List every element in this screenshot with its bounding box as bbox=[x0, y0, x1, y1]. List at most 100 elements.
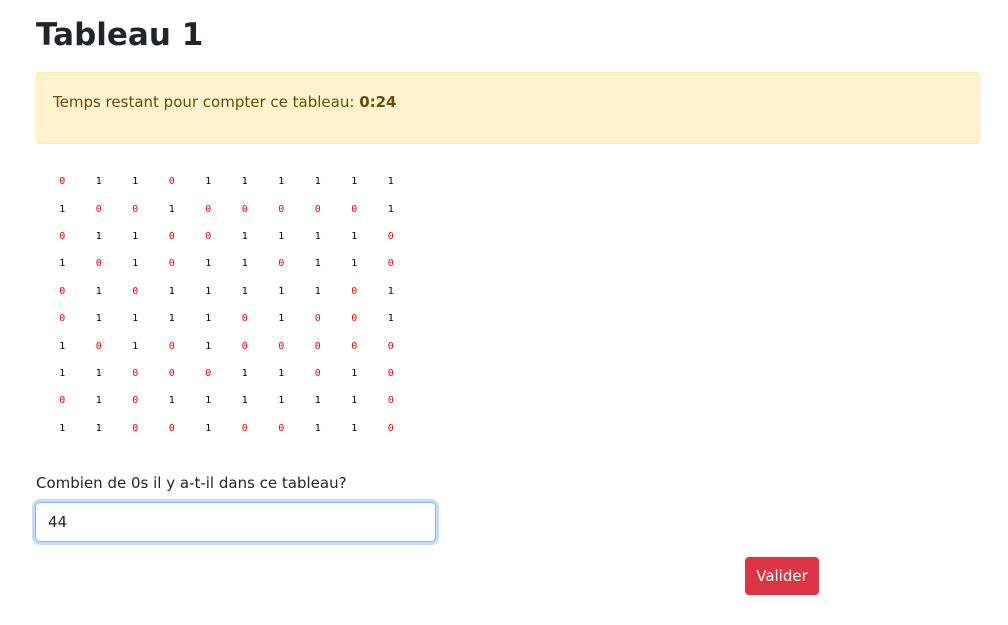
table-cell: 0 bbox=[59, 313, 66, 325]
table-cell: 0 bbox=[168, 422, 175, 434]
table-cell: 0 bbox=[168, 230, 175, 242]
table-cell: 0 bbox=[387, 367, 394, 379]
table-row: 1 0 1 0 1 1 0 1 1 0 bbox=[44, 250, 409, 277]
table-cell: 1 bbox=[351, 258, 358, 270]
table-row: 1 0 1 0 1 0 0 0 0 0 bbox=[44, 332, 409, 359]
page-title: Tableau 1 bbox=[36, 17, 204, 53]
timer-value: 0:24 bbox=[359, 93, 397, 111]
table-cell: 0 bbox=[205, 230, 212, 242]
table-cell: 0 bbox=[132, 422, 139, 434]
table-row: 1 1 0 0 1 0 0 1 1 0 bbox=[44, 415, 409, 442]
table-cell: 1 bbox=[95, 313, 102, 325]
table-cell: 1 bbox=[241, 258, 248, 270]
binary-table: 0110111111100100000101100111101010110110… bbox=[44, 168, 409, 442]
table-cell: 0 bbox=[351, 285, 358, 297]
table-cell: 0 bbox=[132, 285, 139, 297]
table-cell: 0 bbox=[168, 367, 175, 379]
table-cell: 1 bbox=[205, 285, 212, 297]
table-row: 0 1 0 1 1 1 1 1 1 0 bbox=[44, 387, 409, 414]
table-cell: 1 bbox=[351, 395, 358, 407]
table-cell: 0 bbox=[387, 230, 394, 242]
table-cell: 1 bbox=[205, 422, 212, 434]
table-cell: 1 bbox=[95, 176, 102, 188]
table-row: 0 1 0 1 1 1 1 1 0 1 bbox=[44, 278, 409, 305]
table-cell: 0 bbox=[132, 367, 139, 379]
table-cell: 1 bbox=[314, 395, 321, 407]
table-cell: 1 bbox=[168, 313, 175, 325]
table-cell: 1 bbox=[205, 176, 212, 188]
table-cell: 1 bbox=[59, 340, 66, 352]
table-cell: 0 bbox=[205, 367, 212, 379]
timer-label: Temps restant pour compter ce tableau: bbox=[53, 93, 355, 111]
table-cell: 1 bbox=[205, 340, 212, 352]
table-cell: 1 bbox=[59, 367, 66, 379]
table-cell: 0 bbox=[278, 258, 285, 270]
table-cell: 1 bbox=[205, 395, 212, 407]
table-cell: 0 bbox=[351, 340, 358, 352]
table-cell: 1 bbox=[241, 176, 248, 188]
table-cell: 1 bbox=[241, 285, 248, 297]
table-cell: 0 bbox=[168, 340, 175, 352]
table-cell: 0 bbox=[314, 313, 321, 325]
table-cell: 0 bbox=[314, 203, 321, 215]
table-cell: 0 bbox=[168, 258, 175, 270]
table-cell: 1 bbox=[59, 203, 66, 215]
table-cell: 1 bbox=[351, 230, 358, 242]
table-cell: 0 bbox=[314, 367, 321, 379]
table-cell: 1 bbox=[59, 258, 66, 270]
table-cell: 1 bbox=[132, 258, 139, 270]
table-row: 0 1 1 0 1 1 1 1 1 1 bbox=[44, 168, 409, 195]
timer-alert: Temps restant pour compter ce tableau: 0… bbox=[36, 72, 980, 144]
table-cell: 1 bbox=[241, 230, 248, 242]
table-cell: 1 bbox=[351, 367, 358, 379]
table-cell: 0 bbox=[278, 422, 285, 434]
table-row: 1 0 0 1 0 0 0 0 0 1 bbox=[44, 195, 409, 222]
table-cell: 1 bbox=[168, 395, 175, 407]
table-cell: 0 bbox=[59, 395, 66, 407]
table-cell: 1 bbox=[132, 340, 139, 352]
table-cell: 1 bbox=[314, 176, 321, 188]
table-cell: 1 bbox=[387, 313, 394, 325]
table-cell: 0 bbox=[387, 340, 394, 352]
table-cell: 1 bbox=[59, 422, 66, 434]
table-cell: 0 bbox=[95, 203, 102, 215]
table-cell: 0 bbox=[132, 203, 139, 215]
table-cell: 1 bbox=[387, 176, 394, 188]
submit-button[interactable]: Valider bbox=[745, 557, 819, 595]
table-cell: 1 bbox=[95, 367, 102, 379]
table-cell: 0 bbox=[241, 422, 248, 434]
table-cell: 0 bbox=[59, 285, 66, 297]
table-cell: 1 bbox=[278, 230, 285, 242]
table-cell: 1 bbox=[132, 313, 139, 325]
table-cell: 1 bbox=[241, 395, 248, 407]
table-cell: 0 bbox=[387, 395, 394, 407]
table-cell: 0 bbox=[132, 395, 139, 407]
table-cell: 1 bbox=[278, 395, 285, 407]
table-cell: 1 bbox=[95, 395, 102, 407]
table-cell: 1 bbox=[95, 422, 102, 434]
table-cell: 1 bbox=[278, 176, 285, 188]
table-cell: 0 bbox=[59, 230, 66, 242]
table-cell: 0 bbox=[278, 340, 285, 352]
table-cell: 1 bbox=[278, 285, 285, 297]
table-cell: 1 bbox=[168, 203, 175, 215]
table-cell: 0 bbox=[241, 340, 248, 352]
table-cell: 1 bbox=[314, 285, 321, 297]
table-cell: 1 bbox=[351, 422, 358, 434]
table-cell: 0 bbox=[241, 203, 248, 215]
table-cell: 1 bbox=[241, 367, 248, 379]
table-row: 1 1 0 0 0 1 1 0 1 0 bbox=[44, 360, 409, 387]
table-cell: 1 bbox=[95, 230, 102, 242]
table-cell: 0 bbox=[168, 176, 175, 188]
table-cell: 1 bbox=[314, 422, 321, 434]
answer-input[interactable] bbox=[35, 502, 436, 542]
table-cell: 1 bbox=[205, 258, 212, 270]
table-cell: 1 bbox=[314, 258, 321, 270]
table-cell: 1 bbox=[168, 285, 175, 297]
table-cell: 0 bbox=[59, 176, 66, 188]
table-row: 0 1 1 1 1 0 1 0 0 1 bbox=[44, 305, 409, 332]
question-label: Combien de 0s il y a-t-il dans ce tablea… bbox=[36, 474, 347, 492]
table-cell: 0 bbox=[387, 258, 394, 270]
table-cell: 0 bbox=[351, 203, 358, 215]
table-cell: 1 bbox=[351, 176, 358, 188]
